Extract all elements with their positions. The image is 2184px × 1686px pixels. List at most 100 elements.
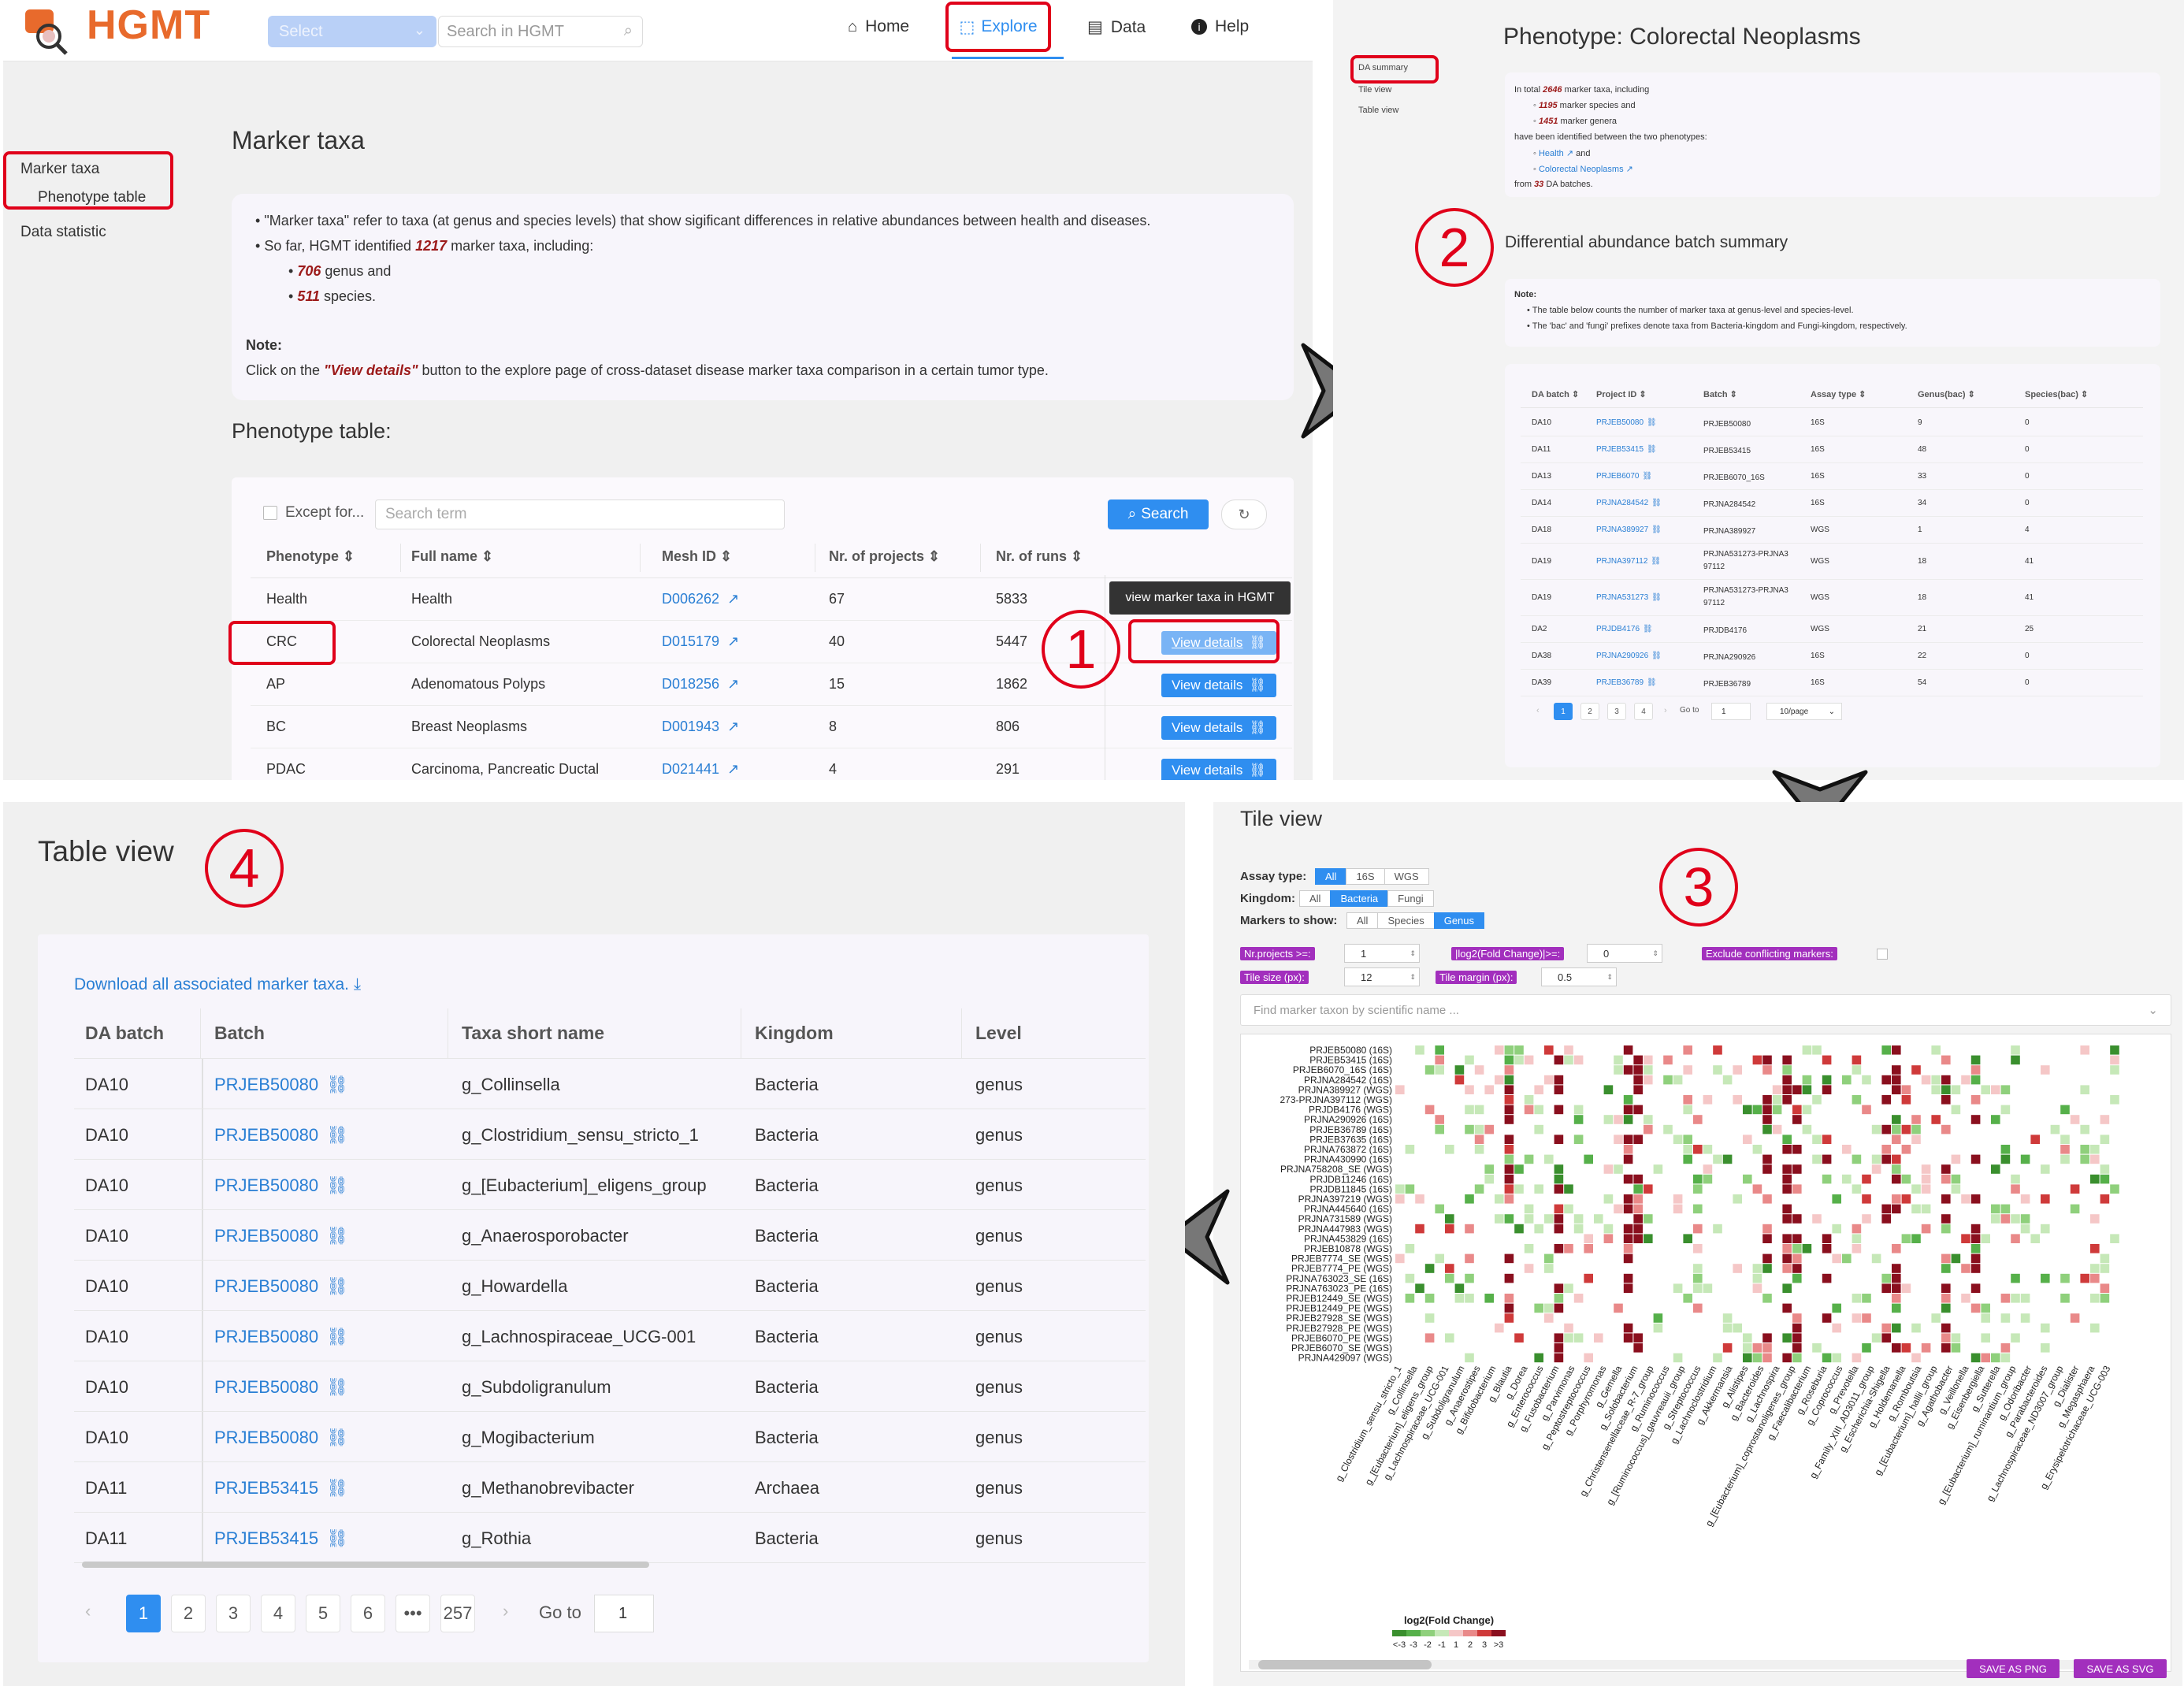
heatmap-tile[interactable] — [1554, 1085, 1564, 1094]
heatmap-tile[interactable] — [1573, 1115, 1584, 1124]
header-taxa-short-name[interactable]: Taxa short name — [462, 1023, 604, 1044]
heatmap-tile[interactable] — [1792, 1145, 1802, 1154]
heatmap-tile[interactable] — [1892, 1294, 1901, 1303]
heatmap-tile[interactable] — [1614, 1065, 1623, 1075]
heatmap-tile[interactable] — [1584, 1244, 1593, 1253]
heatmap-tile[interactable] — [1653, 1313, 1663, 1323]
heatmap-tile[interactable] — [1424, 1065, 1435, 1075]
heatmap-tile[interactable] — [1524, 1204, 1534, 1214]
heatmap-tile[interactable] — [1892, 1045, 1901, 1055]
heatmap-tile[interactable] — [1862, 1194, 1871, 1204]
heatmap-tile[interactable] — [1465, 1224, 1474, 1234]
heatmap-tile[interactable] — [1424, 1333, 1435, 1342]
heatmap-tile[interactable] — [1504, 1194, 1514, 1204]
heatmap-tile[interactable] — [2100, 1174, 2110, 1184]
heatmap-tile[interactable] — [1901, 1343, 1911, 1353]
heatmap-tile[interactable] — [1514, 1055, 1524, 1065]
markers-option[interactable]: All — [1346, 912, 1379, 929]
heatmap-tile[interactable] — [1435, 1253, 1444, 1264]
heatmap-tile[interactable] — [1445, 1224, 1454, 1234]
heatmap-tile[interactable] — [1554, 1333, 1564, 1342]
heatmap-tile[interactable] — [1534, 1105, 1543, 1115]
heatmap-tile[interactable] — [1762, 1343, 1772, 1353]
heatmap-tile[interactable] — [1554, 1174, 1564, 1184]
heatmap-tile[interactable] — [1584, 1273, 1593, 1283]
heatmap-tile[interactable] — [1644, 1214, 1653, 1224]
heatmap-tile[interactable] — [1722, 1154, 1733, 1164]
heatmap-tile[interactable] — [1782, 1214, 1792, 1224]
heatmap-tile[interactable] — [1633, 1194, 1643, 1204]
heatmap-tile[interactable] — [1484, 1174, 1494, 1184]
heatmap-tile[interactable] — [1693, 1283, 1703, 1293]
heatmap-tile[interactable] — [1474, 1124, 1484, 1135]
heatmap-tile[interactable] — [1782, 1264, 1792, 1273]
heatmap-tile[interactable] — [1554, 1055, 1564, 1065]
heatmap-tile[interactable] — [1822, 1055, 1832, 1065]
heatmap-tile[interactable] — [2100, 1135, 2110, 1144]
heatmap-tile[interactable] — [1991, 1115, 2000, 1124]
heatmap-tile[interactable] — [1792, 1313, 1802, 1323]
batch-link[interactable]: PRJEB53415 ⛓ — [214, 1478, 348, 1498]
heatmap-tile[interactable] — [1762, 1115, 1772, 1124]
heatmap-tile[interactable] — [1534, 1353, 1543, 1363]
heatmap-tile[interactable] — [1782, 1303, 1792, 1313]
prev-page-icon[interactable]: ‹ — [1536, 706, 1540, 715]
heatmap-tile[interactable] — [1832, 1323, 1841, 1333]
heatmap-tile[interactable] — [1554, 1244, 1564, 1253]
heatmap-tile[interactable] — [1862, 1343, 1871, 1353]
heatmap-tile[interactable] — [1653, 1164, 1663, 1174]
view-details-button[interactable]: View details ⛓ — [1161, 674, 1276, 697]
refresh-icon[interactable]: ↻ — [1221, 499, 1267, 529]
heatmap-tile[interactable] — [1752, 1145, 1762, 1154]
heatmap-tile[interactable] — [2100, 1115, 2110, 1124]
heatmap-tile[interactable] — [1970, 1055, 1981, 1065]
goto-input[interactable]: 1 — [1711, 703, 1751, 720]
heatmap-tile[interactable] — [1951, 1174, 1961, 1184]
heatmap-tile[interactable] — [1822, 1174, 1832, 1184]
heatmap-tile[interactable] — [1673, 1135, 1683, 1144]
heatmap-tile[interactable] — [2011, 1045, 2020, 1055]
heatmap-tile[interactable] — [1970, 1253, 1981, 1264]
heatmap-tile[interactable] — [1504, 1045, 1514, 1055]
heatmap-tile[interactable] — [1603, 1224, 1614, 1234]
heatmap-tile[interactable] — [2100, 1194, 2110, 1204]
heatmap-tile[interactable] — [1673, 1283, 1683, 1293]
heatmap-tile[interactable] — [1822, 1244, 1832, 1253]
header-species-bac[interactable]: Species(bac) ⇕ — [2025, 389, 2088, 399]
heatmap-tile[interactable] — [1663, 1075, 1673, 1085]
heatmap-tile[interactable] — [2011, 1214, 2020, 1224]
heatmap-tile[interactable] — [2060, 1135, 2070, 1144]
heatmap-tile[interactable] — [1931, 1313, 1941, 1323]
heatmap-tile[interactable] — [1941, 1294, 1951, 1303]
heatmap-tile[interactable] — [1504, 1294, 1514, 1303]
header-batch[interactable]: Batch — [214, 1023, 265, 1044]
tile-margin-input[interactable]: 0.5 ⇕ — [1541, 967, 1617, 986]
tile-size-input[interactable]: 12 ⇕ — [1344, 967, 1420, 986]
heatmap-tile[interactable] — [1465, 1253, 1474, 1264]
batch-link[interactable]: PRJEB50080 ⛓ — [214, 1377, 348, 1398]
heatmap-tile[interactable] — [1981, 1085, 1990, 1094]
heatmap-tile[interactable] — [1892, 1204, 1901, 1214]
page-button[interactable]: 257 — [440, 1595, 475, 1632]
heatmap-tile[interactable] — [1544, 1313, 1554, 1323]
heatmap-tile[interactable] — [2011, 1174, 2020, 1184]
heatmap-tile[interactable] — [1524, 1154, 1534, 1164]
heatmap-tile[interactable] — [1892, 1135, 1901, 1144]
heatmap-tile[interactable] — [1881, 1323, 1891, 1333]
heatmap-tile[interactable] — [1931, 1075, 1941, 1085]
heatmap-tile[interactable] — [1862, 1075, 1871, 1085]
mesh-link[interactable]: D006262 ↗ — [662, 591, 739, 607]
sidebar-item-table-view[interactable]: Table view — [1358, 106, 1398, 115]
heatmap-tile[interactable] — [1901, 1145, 1911, 1154]
heatmap-tile[interactable] — [1435, 1055, 1444, 1065]
heatmap-tile[interactable] — [1405, 1273, 1415, 1283]
heatmap-tile[interactable] — [1564, 1184, 1573, 1194]
heatmap-tile[interactable] — [2100, 1283, 2110, 1293]
heatmap-tile[interactable] — [1961, 1294, 1970, 1303]
heatmap-tile[interactable] — [1822, 1154, 1832, 1164]
heatmap-tile[interactable] — [2080, 1045, 2089, 1055]
heatmap-tile[interactable] — [1733, 1194, 1742, 1204]
heatmap-tile[interactable] — [1792, 1253, 1802, 1264]
heatmap-tile[interactable] — [2090, 1273, 2100, 1283]
heatmap-tile[interactable] — [2060, 1294, 2070, 1303]
